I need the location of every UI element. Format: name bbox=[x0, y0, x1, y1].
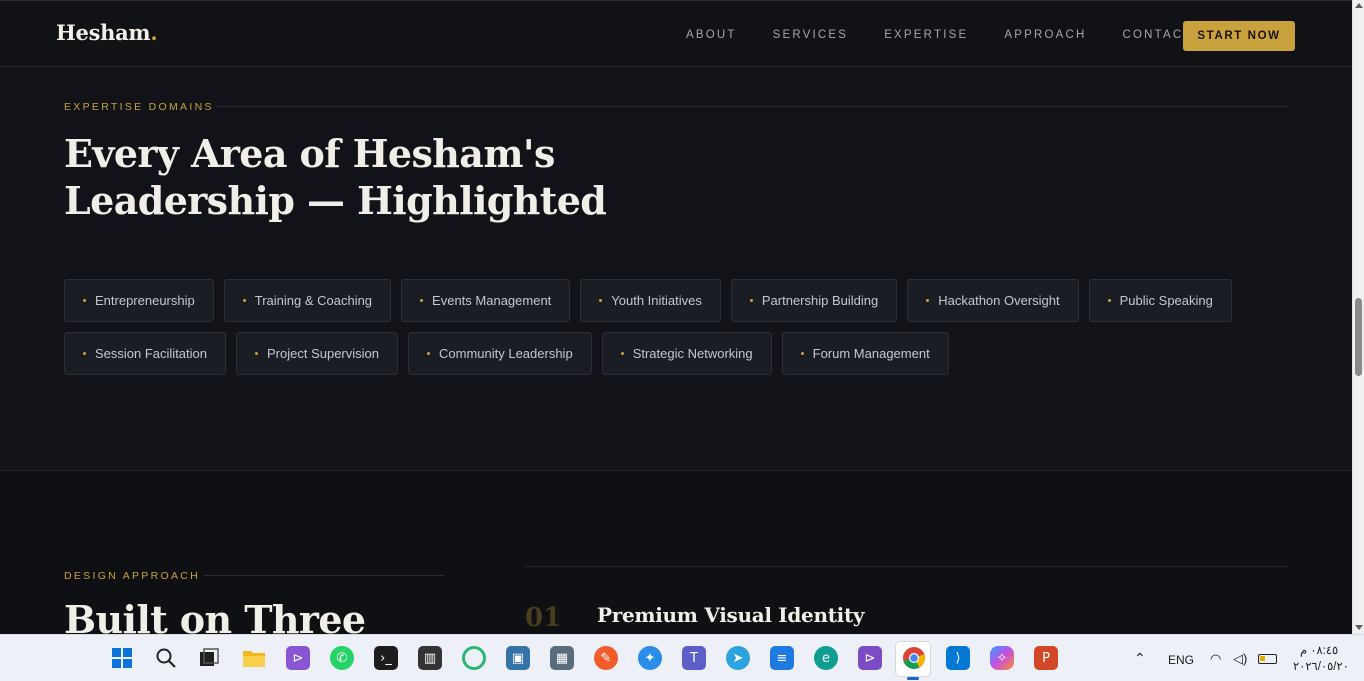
approach-title: Built on Three bbox=[64, 597, 366, 634]
approach-eyebrow-divider bbox=[204, 575, 444, 576]
scrollbar-thumb[interactable] bbox=[1355, 298, 1362, 376]
copilot-icon[interactable]: ✧ bbox=[990, 646, 1014, 670]
nav-services[interactable]: SERVICES bbox=[773, 29, 849, 41]
battery-icon[interactable] bbox=[1258, 654, 1277, 664]
expertise-title: Every Area of Hesham's Leadership — High… bbox=[64, 130, 607, 224]
windows-taskbar: ⊳ ✆ ›_ ▥ ▣ ▦ ✎ ✦ T ➤ ≡ e ⊳ ⟩ ✧ P ⌃ ENG ◠… bbox=[0, 634, 1364, 681]
whatsapp-icon[interactable]: ✆ bbox=[330, 646, 354, 670]
main-nav: ABOUT SERVICES EXPERTISE APPROACH CONTAC… bbox=[686, 29, 1229, 41]
teams-icon[interactable]: T bbox=[682, 646, 706, 670]
edge-icon[interactable]: e bbox=[814, 646, 838, 670]
bullet-dot-icon bbox=[926, 299, 930, 302]
bullet-dot-icon bbox=[749, 299, 753, 302]
bullet-dot-icon bbox=[800, 352, 804, 355]
wifi-icon[interactable]: ◠ bbox=[1210, 651, 1221, 667]
windows-start-icon[interactable] bbox=[110, 646, 134, 670]
expertise-title-line2: Leadership — Highlighted bbox=[64, 178, 607, 223]
expertise-tag-label: Hackathon Oversight bbox=[938, 293, 1060, 308]
powerpoint-icon[interactable]: P bbox=[1034, 646, 1058, 670]
expertise-tag: Hackathon Oversight bbox=[907, 279, 1079, 322]
browser-viewport: Hesham. ABOUT SERVICES EXPERTISE APPROAC… bbox=[0, 0, 1352, 634]
app-orange-icon[interactable]: ✎ bbox=[594, 646, 618, 670]
tag-row: Session Facilitation Project Supervision C… bbox=[64, 332, 1294, 375]
bullet-dot-icon bbox=[420, 299, 424, 302]
clock-time[interactable]: ٠٨:٤٥ م bbox=[1300, 643, 1338, 657]
file-explorer-icon[interactable] bbox=[242, 646, 266, 670]
nav-about[interactable]: ABOUT bbox=[686, 29, 737, 41]
expertise-tag: Youth Initiatives bbox=[580, 279, 721, 322]
expertise-tag: Strategic Networking bbox=[601, 332, 772, 375]
bullet-dot-icon bbox=[83, 299, 86, 302]
vscode-icon[interactable]: ⟩ bbox=[946, 646, 970, 670]
expertise-tag: Training & Coaching bbox=[223, 279, 392, 322]
start-now-button[interactable]: START NOW bbox=[1183, 21, 1295, 51]
calculator-icon[interactable]: ▦ bbox=[550, 646, 574, 670]
approach-item-divider bbox=[524, 566, 1288, 567]
expertise-tag: Forum Management bbox=[781, 332, 949, 375]
clock-date[interactable]: ٢٠٢٦/٠٥/٢٠ bbox=[1293, 659, 1349, 673]
expertise-tag: Project Supervision bbox=[236, 332, 398, 375]
expertise-tags: Entrepreneurship Training & Coaching Event… bbox=[64, 279, 1294, 385]
bullet-dot-icon bbox=[255, 352, 258, 355]
expertise-tag-label: Community Leadership bbox=[439, 346, 573, 361]
eyebrow-divider bbox=[216, 106, 1288, 107]
database-app-icon[interactable]: ≡ bbox=[770, 646, 794, 670]
task-view-icon[interactable] bbox=[197, 646, 221, 670]
expertise-tag-label: Entrepreneurship bbox=[95, 293, 195, 308]
expertise-tag-label: Partnership Building bbox=[761, 293, 879, 308]
active-app-indicator bbox=[907, 677, 919, 680]
bullet-dot-icon bbox=[620, 352, 624, 355]
expertise-tag-label: Youth Initiatives bbox=[611, 293, 702, 308]
chrome-icon[interactable] bbox=[902, 646, 926, 670]
expertise-tag-label: Strategic Networking bbox=[632, 346, 753, 361]
expertise-tag: Partnership Building bbox=[730, 279, 898, 322]
bullet-dot-icon bbox=[427, 352, 430, 355]
bullet-dot-icon bbox=[1107, 299, 1111, 302]
expertise-tag: Events Management bbox=[401, 279, 571, 322]
expertise-tag: Community Leadership bbox=[408, 332, 592, 375]
expertise-tag-label: Events Management bbox=[432, 293, 552, 308]
expertise-tag: Session Facilitation bbox=[64, 332, 226, 375]
telegram-icon[interactable]: ➤ bbox=[726, 646, 750, 670]
language-indicator[interactable]: ENG bbox=[1168, 653, 1194, 667]
visual-studio-purple-icon[interactable]: ⊳ bbox=[858, 646, 882, 670]
approach-eyebrow: DESIGN APPROACH bbox=[64, 570, 201, 582]
expertise-title-line1: Every Area of Hesham's bbox=[64, 131, 555, 176]
site-header: Hesham. ABOUT SERVICES EXPERTISE APPROAC… bbox=[0, 0, 1352, 67]
site-logo[interactable]: Hesham. bbox=[56, 20, 158, 45]
bullet-dot-icon bbox=[83, 352, 86, 355]
expertise-eyebrow: EXPERTISE DOMAINS bbox=[64, 101, 214, 113]
refresh-app-icon[interactable] bbox=[462, 646, 486, 670]
volume-icon[interactable]: ◁) bbox=[1233, 651, 1247, 667]
scroll-down-icon[interactable] bbox=[1355, 625, 1363, 630]
terminal-icon[interactable]: ›_ bbox=[374, 646, 398, 670]
expertise-tag-label: Forum Management bbox=[812, 346, 930, 361]
tray-expand-icon[interactable]: ⌃ bbox=[1134, 650, 1146, 667]
approach-item-number: 01 bbox=[525, 603, 562, 633]
approach-item-title: Premium Visual Identity bbox=[597, 603, 865, 627]
search-icon[interactable] bbox=[154, 646, 178, 670]
expertise-tag-label: Session Facilitation bbox=[95, 346, 207, 361]
scroll-up-icon[interactable] bbox=[1355, 3, 1363, 8]
app-blue-icon[interactable]: ✦ bbox=[638, 646, 662, 670]
piano-app-icon[interactable]: ▥ bbox=[418, 646, 442, 670]
python-app-icon[interactable]: ▣ bbox=[506, 646, 530, 670]
bullet-dot-icon bbox=[242, 299, 246, 302]
nav-approach[interactable]: APPROACH bbox=[1004, 29, 1086, 41]
expertise-tag: Entrepreneurship bbox=[64, 279, 214, 322]
expertise-tag-label: Project Supervision bbox=[267, 346, 379, 361]
expertise-tag-label: Public Speaking bbox=[1119, 293, 1213, 308]
visual-studio-icon[interactable]: ⊳ bbox=[286, 646, 310, 670]
page-scrollbar[interactable] bbox=[1352, 0, 1364, 634]
expertise-tag: Public Speaking bbox=[1088, 279, 1232, 322]
nav-expertise[interactable]: EXPERTISE bbox=[884, 29, 968, 41]
bullet-dot-icon bbox=[599, 299, 603, 302]
tag-row: Entrepreneurship Training & Coaching Event… bbox=[64, 279, 1294, 322]
expertise-tag-label: Training & Coaching bbox=[254, 293, 373, 308]
